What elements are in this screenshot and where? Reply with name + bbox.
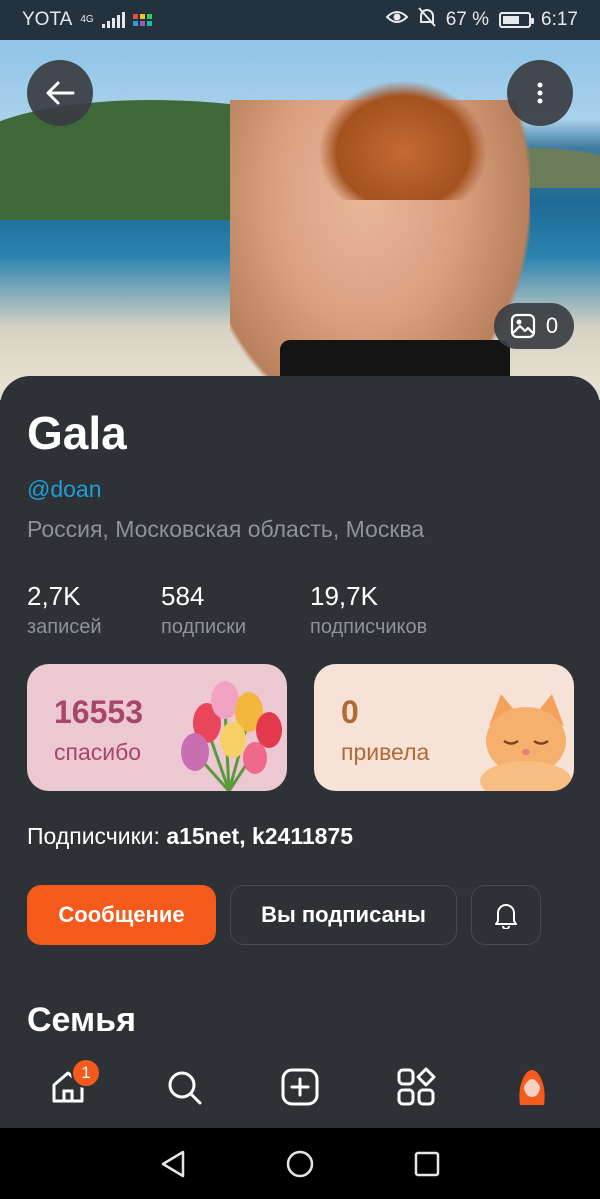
thanks-label: спасибо xyxy=(54,739,142,765)
add-icon xyxy=(281,1068,319,1106)
more-options-button[interactable] xyxy=(507,60,573,126)
circle-home-icon xyxy=(286,1150,314,1177)
stat-value: 2,7K xyxy=(27,581,81,611)
system-nav-bar xyxy=(0,1128,600,1199)
nav-recents-button[interactable] xyxy=(397,1134,457,1194)
bottom-tab-bar: 1 xyxy=(0,1046,600,1128)
profile-avatar-icon xyxy=(519,1070,545,1105)
eye-icon xyxy=(385,9,409,31)
network-type: 4G xyxy=(80,14,94,25)
stat-value: 19,7K xyxy=(310,581,378,611)
stat-value: 584 xyxy=(161,581,205,611)
message-button[interactable]: Сообщение xyxy=(27,885,216,945)
subscriber-link[interactable]: a15net xyxy=(166,823,239,849)
carrier-label: YOTA xyxy=(22,9,73,30)
subscribers-prefix: Подписчики: xyxy=(27,823,160,849)
greetings-label: привела xyxy=(341,739,430,765)
stat-label: записей xyxy=(27,616,102,638)
stat-following[interactable]: 584 подписки xyxy=(161,581,246,639)
subscriber-link[interactable]: k2411875 xyxy=(252,823,353,849)
nav-back-button[interactable] xyxy=(143,1134,203,1194)
clock: 6:17 xyxy=(541,9,578,30)
profile-handle[interactable]: @doan xyxy=(27,476,102,503)
apps-icon xyxy=(397,1067,436,1106)
square-recents-icon xyxy=(414,1151,439,1176)
battery-percent: 67 % xyxy=(445,9,490,30)
cover-hair xyxy=(318,80,488,200)
tab-services[interactable] xyxy=(381,1052,451,1122)
greetings-card[interactable]: 0 привела xyxy=(314,664,574,791)
greetings-count: 0 xyxy=(341,694,359,730)
nav-home-button[interactable] xyxy=(270,1134,330,1194)
thanks-card[interactable]: 16553 спасибо xyxy=(27,664,287,791)
back-button[interactable] xyxy=(27,60,93,126)
search-icon xyxy=(168,1071,202,1105)
stat-followers[interactable]: 19,7K подписчиков xyxy=(310,581,427,639)
triangle-back-icon xyxy=(162,1150,185,1177)
stat-label: подписки xyxy=(161,616,247,638)
stat-posts[interactable]: 2,7K записей xyxy=(27,581,102,639)
thanks-count: 16553 xyxy=(54,694,143,730)
more-vertical-icon xyxy=(537,82,543,104)
photo-count-value: 0 xyxy=(545,313,559,338)
image-icon xyxy=(510,313,535,339)
home-badge: 1 xyxy=(71,1058,101,1088)
tulips-icon xyxy=(181,681,282,791)
arrow-left-icon xyxy=(46,81,75,105)
app-notification-icon xyxy=(132,14,152,26)
profile-name: Gala xyxy=(27,407,127,459)
profile-sheet: Gala @doan Россия, Московская область, М… xyxy=(0,376,600,1056)
subscribed-button[interactable]: Вы подписаны xyxy=(230,885,457,945)
stat-label: подписчиков xyxy=(310,616,428,638)
tab-home[interactable]: 1 xyxy=(33,1052,103,1122)
photo-album-button[interactable]: 0 xyxy=(494,303,574,349)
subscribers-line: Подписчики: a15net, k2411875 xyxy=(27,823,353,850)
section-title: Семья xyxy=(27,1001,136,1039)
subscriber-separator: , xyxy=(239,823,246,849)
tab-search[interactable] xyxy=(149,1052,219,1122)
tab-profile[interactable] xyxy=(497,1052,567,1122)
bell-icon xyxy=(495,904,517,929)
battery-icon xyxy=(499,12,535,28)
profile-location: Россия, Московская область, Москва xyxy=(27,516,425,542)
kitten-icon xyxy=(480,694,572,791)
status-bar: YOTA 4G 67 % 6:17 xyxy=(0,0,600,40)
signal-icon xyxy=(101,12,125,28)
tab-create[interactable] xyxy=(265,1052,335,1122)
notifications-button[interactable] xyxy=(471,885,541,945)
mute-bell-icon xyxy=(417,7,436,33)
